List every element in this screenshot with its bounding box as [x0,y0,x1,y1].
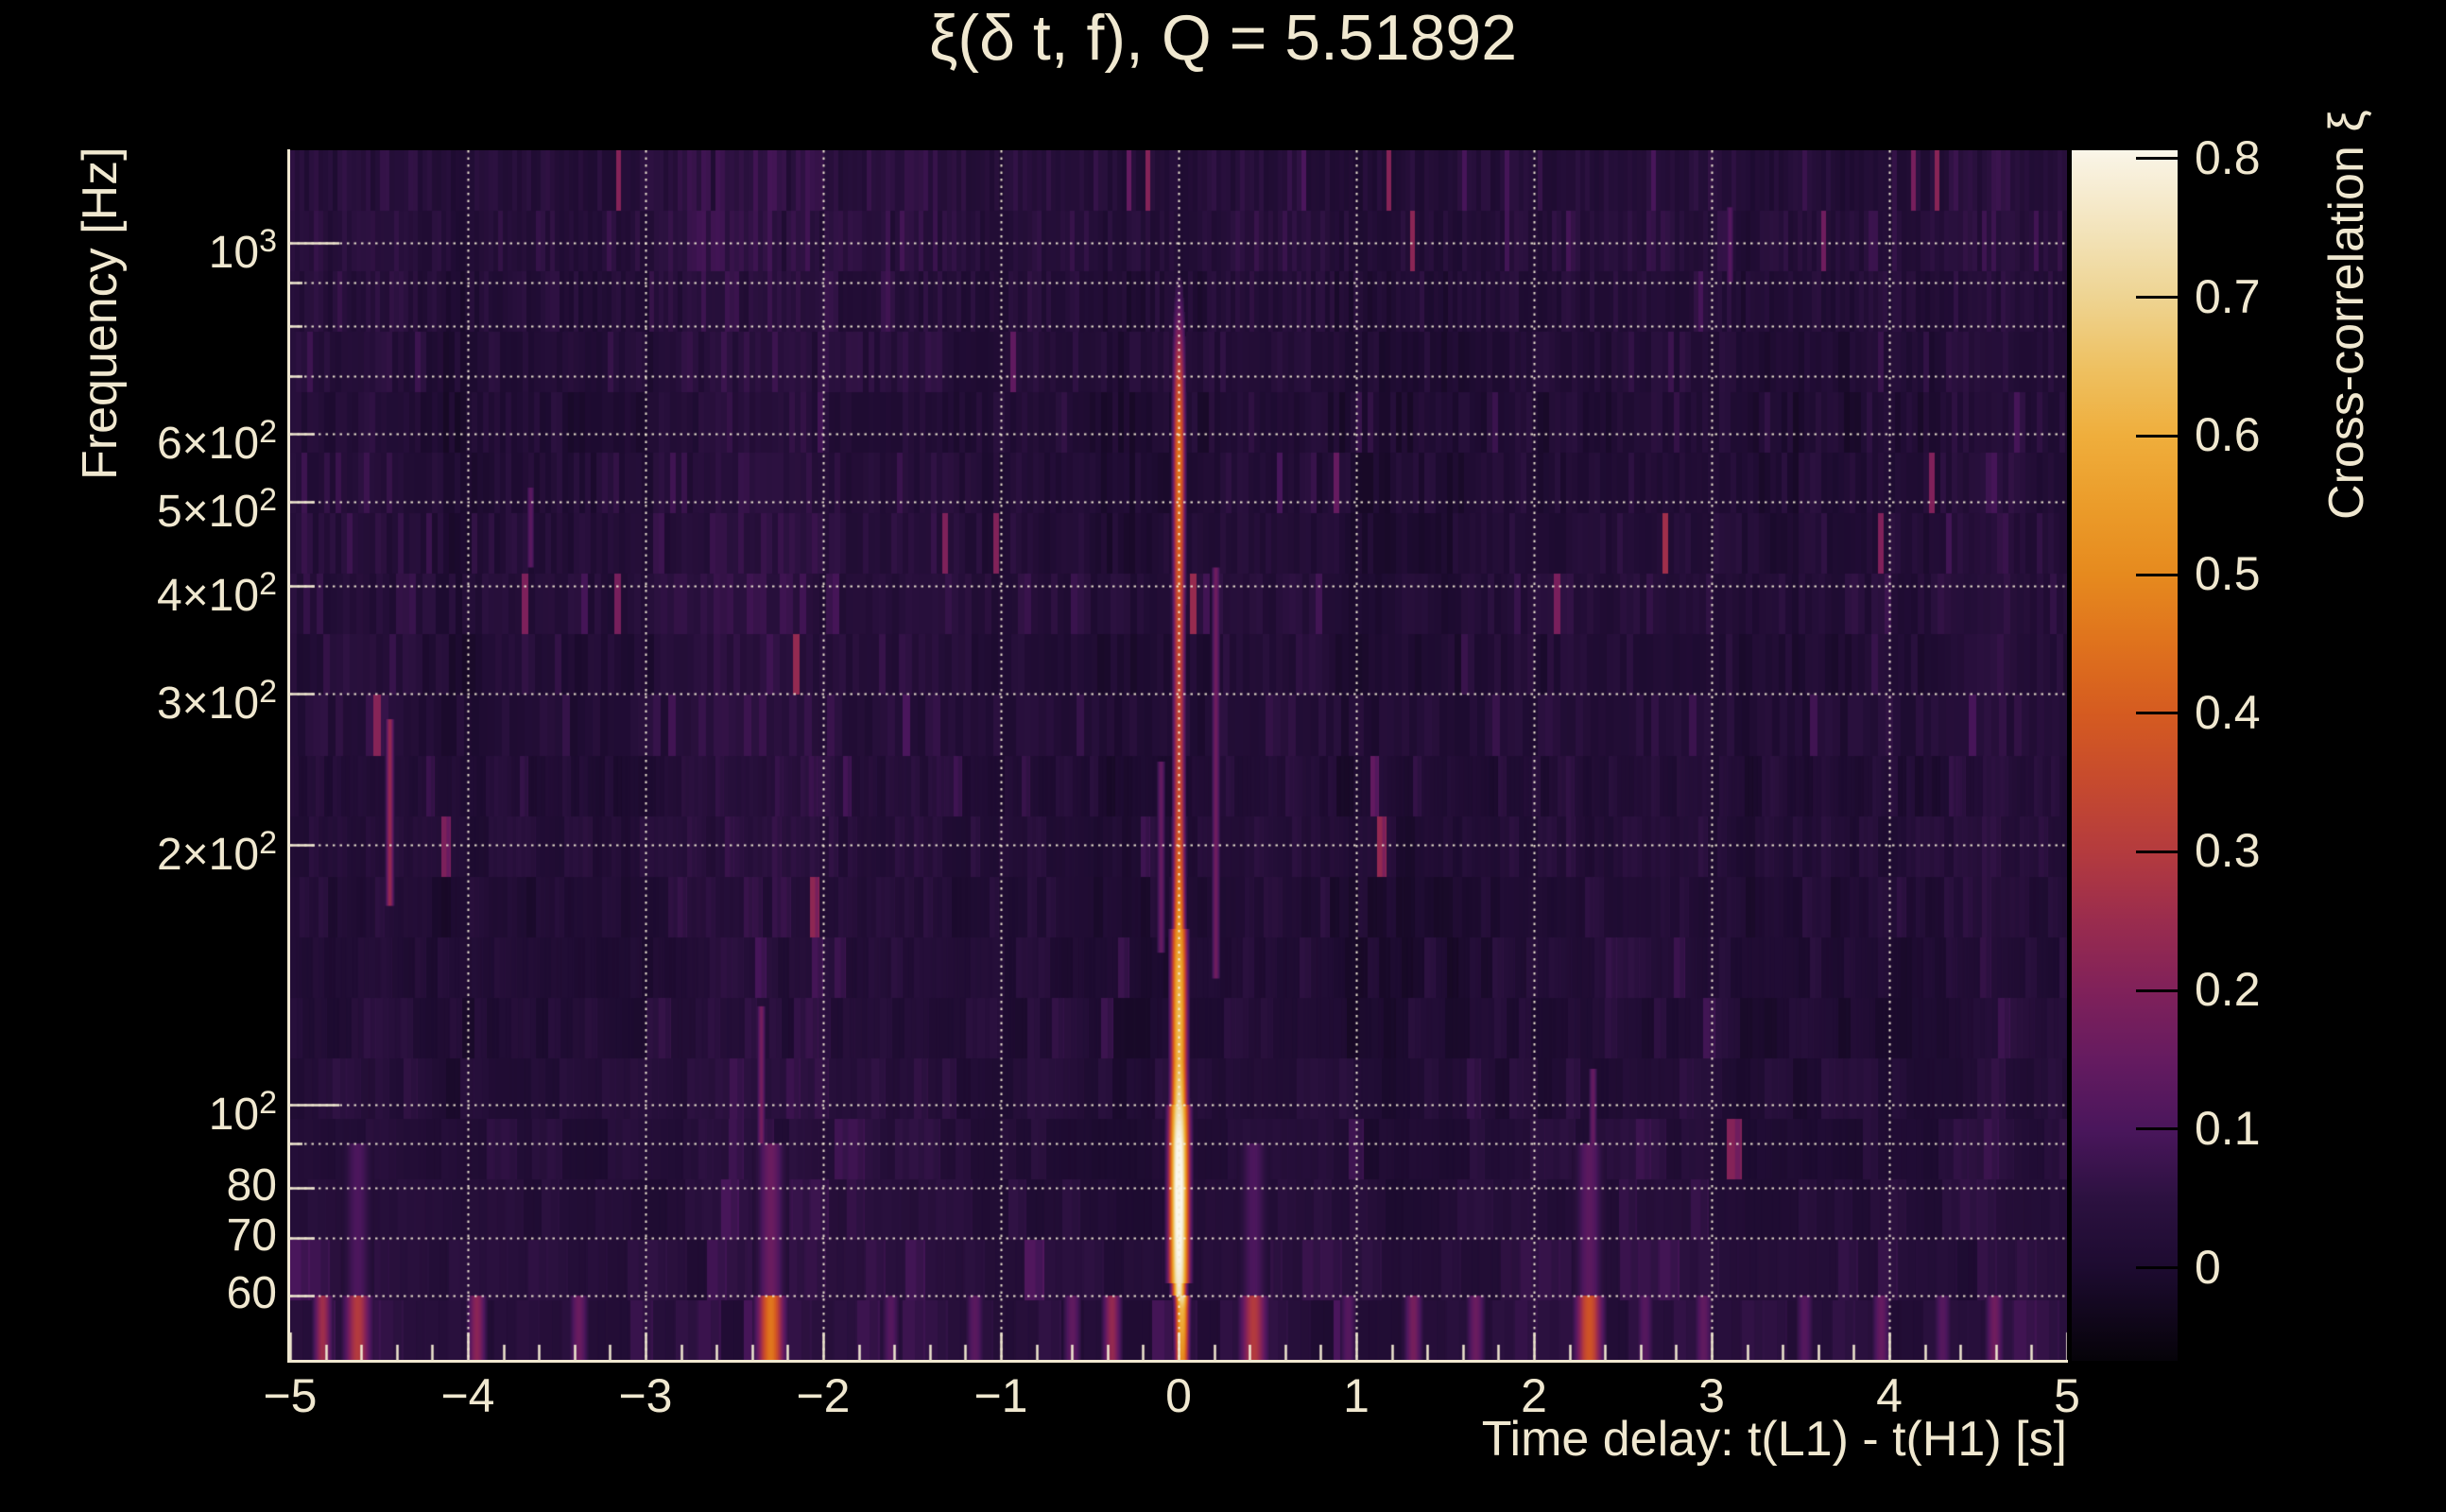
colorbar-tick-label: 0.5 [2195,547,2261,600]
y-tick-label: 3×102 [156,673,277,729]
x-tick-label: −1 [973,1369,1028,1422]
colorbar-tick-label: 0 [2195,1240,2221,1294]
colorbar-tick-label: 0.6 [2195,408,2261,462]
y-tick-label: 5×102 [156,482,277,538]
plot-frame-axes [287,149,2068,1363]
colorbar-gradient [2072,150,2178,1361]
x-tick-label: −2 [796,1369,851,1422]
y-tick-label: 2×102 [156,825,277,881]
colorbar-tick [2136,157,2178,161]
x-tick-label: 0 [1165,1369,1192,1422]
colorbar-tick [2136,1266,2178,1270]
y-tick-label: 70 [226,1210,277,1261]
x-tick-label: −4 [440,1369,495,1422]
colorbar-title: Cross-correlation ξ [2319,110,2374,520]
colorbar-tick [2136,850,2178,853]
colorbar-tick-label: 0.7 [2195,269,2261,323]
x-tick-label: −3 [618,1369,673,1422]
x-tick-label: 2 [1521,1369,1547,1422]
x-tick-label: 5 [2054,1369,2080,1422]
colorbar-tick [2136,434,2178,438]
qscan-window: ξ(δ t, f), Q = 5.51892 Frequency [Hz] Ti… [0,0,2446,1512]
colorbar-tick [2136,988,2178,992]
y-tick-label: 103 [208,223,277,279]
colorbar-tick-label: 0.1 [2195,1101,2261,1155]
colorbar-tick [2136,1127,2178,1131]
y-tick-label: 80 [226,1160,277,1211]
y-tick-label: 60 [226,1267,277,1318]
y-tick-label: 4×102 [156,565,277,621]
x-tick-label: −5 [263,1369,318,1422]
y-tick-label: 6×102 [156,414,277,470]
colorbar-tick [2136,573,2178,576]
colorbar-tick [2136,712,2178,715]
chart-title: ξ(δ t, f), Q = 5.51892 [928,2,1518,74]
colorbar-tick-label: 0.8 [2195,130,2261,184]
colorbar-tick-label: 0.4 [2195,685,2261,739]
y-tick-label: 102 [208,1084,277,1140]
colorbar-tick-label: 0.3 [2195,824,2261,878]
x-tick-label: 1 [1343,1369,1369,1422]
x-tick-label: 3 [1698,1369,1725,1422]
colorbar-tick-label: 0.2 [2195,963,2261,1017]
colorbar-tick [2136,296,2178,300]
x-tick-label: 4 [1876,1369,1903,1422]
